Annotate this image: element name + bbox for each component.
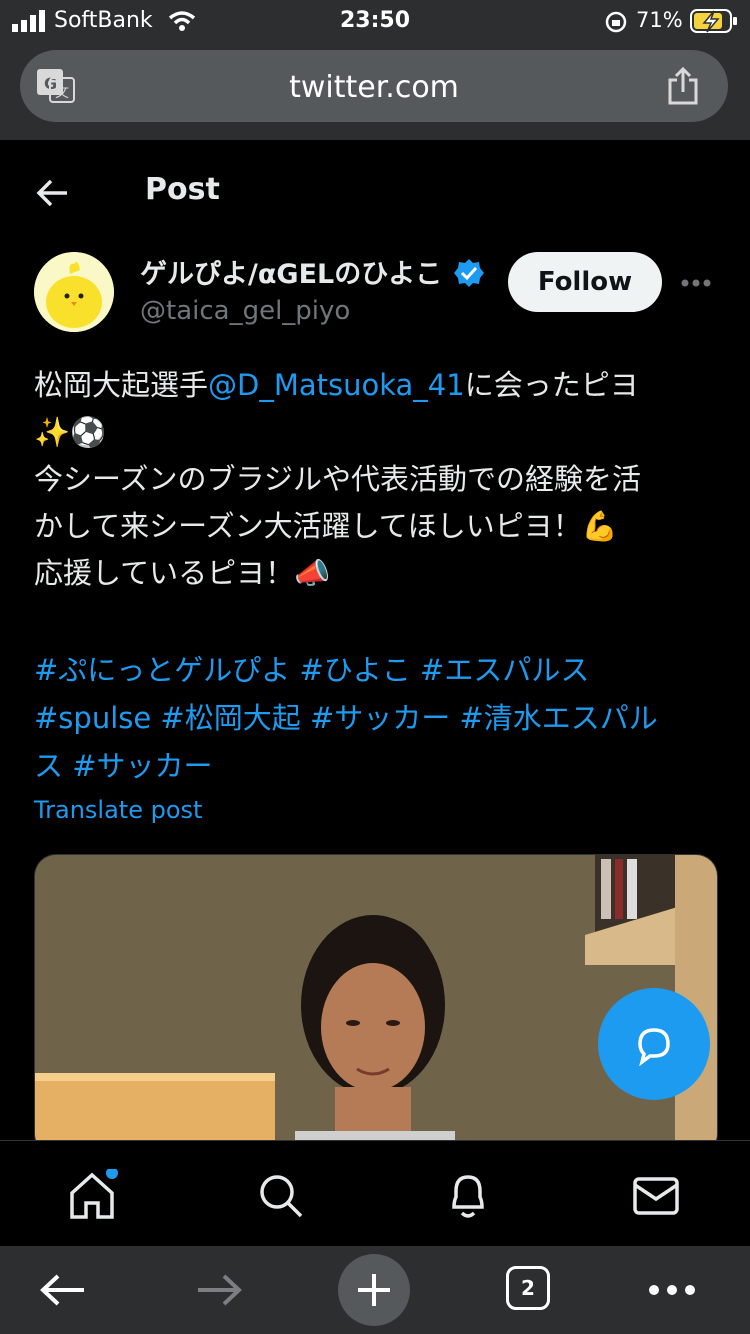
chick-avatar-icon [34, 252, 114, 332]
follow-button[interactable]: Follow [508, 252, 662, 312]
address-bar[interactable]: G 文 twitter.com [20, 50, 728, 122]
tweet-text-segment: に会ったピヨ [464, 368, 639, 402]
battery-percent: 71% [636, 8, 683, 32]
nav-messages[interactable] [632, 1175, 680, 1217]
new-tab-button[interactable] [338, 1254, 410, 1326]
more-icon[interactable] [680, 278, 712, 288]
verified-badge-icon [453, 259, 484, 287]
hashtag-line[interactable]: #ぷにっとゲルぴよ #ひよこ #エスパルス [34, 646, 718, 694]
translate-post-link[interactable]: Translate post [34, 796, 202, 824]
search-icon [260, 1175, 303, 1218]
tweet-text-segment: 松岡大起選手 [34, 368, 209, 402]
browser-bottom-toolbar: 2 [0, 1246, 750, 1334]
nav-home[interactable] [66, 1167, 122, 1221]
hashtag-line[interactable]: #spulse #松岡大起 #サッカー #清水エスパル [34, 694, 718, 742]
nav-search[interactable] [256, 1171, 306, 1221]
author-handle[interactable]: @taica_gel_piyo [140, 296, 350, 326]
url-text: twitter.com [289, 70, 459, 105]
tab-count: 2 [521, 1276, 535, 1300]
new-tab-icon [358, 1274, 390, 1306]
compose-reply-icon [638, 1028, 670, 1066]
tweet-emoji-line: ✨⚽ [34, 415, 107, 449]
tweet-line-1: 松岡大起選手@D_Matsuoka_41に会ったピヨ [34, 362, 718, 409]
browser-back-icon[interactable] [38, 1272, 88, 1308]
compose-reply-button[interactable] [598, 988, 710, 1100]
home-icon [70, 1167, 118, 1219]
hashtag-line[interactable]: ス #サッカー [34, 742, 718, 790]
author-name-text: ゲルぴよ/αGELのひよこ [140, 259, 443, 290]
author-name[interactable]: ゲルぴよ/αGELのひよこ [140, 252, 484, 291]
share-icon[interactable] [666, 66, 700, 106]
browser-forward-icon[interactable] [194, 1272, 244, 1308]
browser-menu-icon[interactable] [648, 1284, 696, 1296]
tabs-button[interactable]: 2 [506, 1266, 550, 1310]
orientation-lock-icon [605, 11, 627, 33]
page-title: Post [145, 172, 220, 207]
browser-toolbar: G 文 twitter.com [0, 44, 750, 140]
tweet-line-5: 応援しているピヨ！📣 [34, 556, 331, 590]
mention-link[interactable]: @D_Matsuoka_41 [208, 368, 465, 402]
back-arrow-icon[interactable] [36, 178, 70, 208]
bottom-nav [0, 1140, 750, 1247]
tweet-line-4: かして来シーズン大活躍してほしいピヨ！💪 [34, 509, 618, 543]
status-bar: SoftBank 23:50 71% [0, 0, 750, 44]
tweet-text: 松岡大起選手@D_Matsuoka_41に会ったピヨ ✨⚽ 今シーズンのブラジル… [34, 362, 718, 597]
hashtag-block[interactable]: #ぷにっとゲルぴよ #ひよこ #エスパルス #spulse #松岡大起 #サッカ… [34, 646, 718, 790]
avatar[interactable] [34, 252, 114, 332]
battery-charging-icon [690, 9, 737, 33]
mail-icon [633, 1177, 679, 1215]
bell-icon [452, 1175, 484, 1218]
nav-notifications[interactable] [444, 1171, 492, 1223]
tweet-line-3: 今シーズンのブラジルや代表活動での経験を活 [34, 462, 641, 496]
